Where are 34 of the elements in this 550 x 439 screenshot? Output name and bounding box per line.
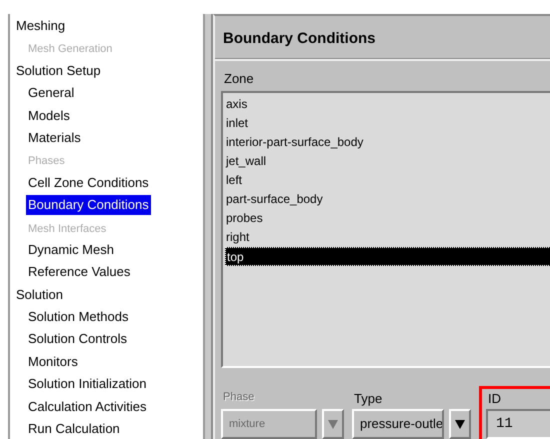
zone-item[interactable]: jet_wall bbox=[225, 152, 550, 171]
tree-item[interactable]: Reference Values bbox=[26, 262, 132, 282]
tree-item[interactable]: Solution Initialization bbox=[26, 374, 149, 394]
zone-item[interactable]: axis bbox=[225, 95, 550, 114]
tree-item[interactable]: Solution Methods bbox=[26, 307, 130, 328]
dropdown-button[interactable] bbox=[449, 409, 471, 439]
zone-item[interactable]: right bbox=[225, 228, 550, 247]
tree-item[interactable]: Materials bbox=[26, 128, 83, 148]
tree-item[interactable]: General bbox=[26, 83, 76, 104]
tree-item[interactable]: Monitors bbox=[26, 352, 80, 372]
panel-title: Boundary Conditions bbox=[215, 16, 550, 60]
tree-item[interactable]: Solution Controls bbox=[26, 329, 129, 350]
tree-item[interactable]: Run Calculation bbox=[26, 419, 122, 439]
tree-item[interactable]: Calculation Activities bbox=[26, 396, 148, 417]
type-label: Type bbox=[353, 390, 384, 408]
zone-item[interactable]: top bbox=[225, 247, 550, 266]
zone-item[interactable]: left bbox=[225, 171, 550, 190]
phase-label: Phase bbox=[222, 390, 256, 405]
id-field[interactable]: 11 bbox=[486, 409, 550, 439]
zone-label: Zone bbox=[223, 70, 255, 88]
tree-item[interactable]: Meshing bbox=[14, 16, 68, 36]
tree-item[interactable]: Solution Setup bbox=[14, 60, 103, 81]
dropdown-arrow-icon bbox=[454, 418, 466, 430]
tree-item[interactable]: Boundary Conditions bbox=[26, 195, 151, 216]
dropdown-arrow-icon bbox=[327, 418, 339, 430]
zone-item[interactable]: probes bbox=[225, 209, 550, 228]
tree-item[interactable]: Dynamic Mesh bbox=[26, 240, 116, 260]
zone-item[interactable]: interior-part-surface_body bbox=[225, 133, 550, 152]
zone-item[interactable]: part-surface_body bbox=[225, 190, 550, 209]
id-label: ID bbox=[487, 390, 502, 408]
zone-item[interactable]: inlet bbox=[225, 114, 550, 133]
tree-item[interactable]: Cell Zone Conditions bbox=[26, 172, 151, 193]
tree-item[interactable]: Models bbox=[26, 106, 72, 126]
tree-item[interactable]: Solution bbox=[14, 284, 65, 305]
